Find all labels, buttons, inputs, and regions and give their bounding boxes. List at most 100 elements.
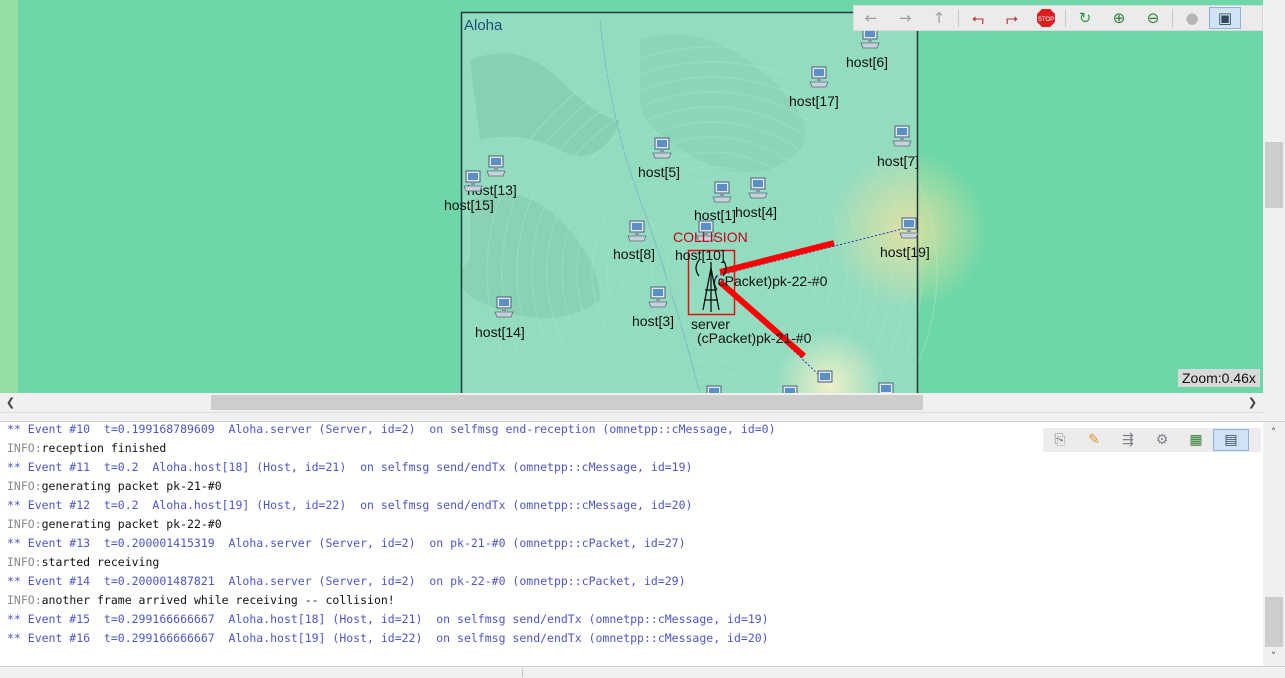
log-event-line: ** Event #13 t=0.200001415319 Aloha.serv… [7,536,686,550]
settings-icon: ⚙ [1155,432,1169,448]
back-button[interactable]: ← [854,7,888,29]
host-computer-icon[interactable] [627,220,647,242]
scroll-left-icon[interactable]: ❮ [2,394,19,411]
filter-button[interactable]: ⇶ [1111,429,1145,451]
animate-slower-icon: ⮢ [971,9,984,27]
log-event-text: ** Event #14 t=0.200001487821 Aloha.serv… [7,574,686,588]
log-info-tag: INFO: [7,517,42,531]
host-computer-icon[interactable] [486,155,506,177]
scroll-right-icon[interactable]: ❯ [1244,394,1261,411]
circle-button[interactable]: ● [1175,7,1209,29]
host-label[interactable]: host[7] [877,153,919,169]
collision-label: COLLISION [673,229,748,245]
zoom-in-button[interactable]: ⊕ [1102,7,1136,29]
host-computer-icon[interactable] [809,66,829,88]
find-button[interactable]: ✎ [1077,429,1111,451]
settings-button[interactable]: ⚙ [1145,429,1179,451]
host-label[interactable]: host[6] [846,54,888,70]
packet-label-21[interactable]: (cPacket)pk-21-#0 [697,330,811,346]
host-computer-icon[interactable] [712,181,732,203]
log-event-text: ** Event #11 t=0.2 Aloha.host[18] (Host,… [7,460,693,474]
host-computer-icon[interactable] [748,177,768,199]
log-vertical-scrollbar[interactable]: ˄ ˅ [1263,422,1285,666]
log-pane[interactable]: ** Event #10 t=0.199168789609 Aloha.serv… [0,421,1285,667]
log-info-text: started receiving [41,555,160,569]
host-computer-icon[interactable] [648,286,668,308]
grid-view-icon: ▦ [1189,432,1203,448]
log-event-line: ** Event #11 t=0.2 Aloha.host[18] (Host,… [7,460,692,474]
host-label[interactable]: host[8] [613,246,655,262]
log-event-text: ** Event #13 t=0.200001415319 Aloha.serv… [7,536,686,550]
up-button[interactable]: ↑ [922,7,956,29]
canvas-horizontal-scroll-thumb[interactable] [211,395,923,410]
log-event-line: ** Event #14 t=0.200001487821 Aloha.serv… [7,574,686,588]
copy-icon: ⎘ [1054,432,1066,448]
log-info-tag: INFO: [7,555,42,569]
relayout-button[interactable]: ↻ [1068,7,1102,29]
canvas-vertical-scroll-thumb[interactable] [1265,142,1283,208]
animate-slower-button[interactable]: ⮢ [961,7,995,29]
host-label[interactable]: host[15] [444,197,494,213]
network-title: Aloha [464,17,503,34]
host-label[interactable]: host[17] [789,93,839,109]
host-label[interactable]: host[10] [675,247,725,263]
log-toolbar: ⎘ ✎ ⇶ ⚙ ▦ ▤ [1043,428,1261,452]
stop-icon: STOP [1037,9,1055,27]
host-label[interactable]: host[5] [638,164,680,180]
mode-button[interactable]: ▣ [1209,7,1241,29]
zoom-in-icon: ⊕ [1112,9,1126,27]
status-bar [0,666,1285,678]
log-event-text: ** Event #12 t=0.2 Aloha.host[19] (Host,… [7,498,693,512]
text-view-icon: ▤ [1224,432,1238,448]
log-event-line: ** Event #15 t=0.299166666667 Aloha.host… [7,612,769,626]
mode-icon: ▣ [1217,9,1233,27]
host-computer-icon[interactable] [815,370,835,392]
canvas-vertical-scrollbar[interactable] [1263,0,1285,393]
canvas-background [0,0,1263,393]
animate-faster-button[interactable]: ⮣ [995,7,1029,29]
network-canvas[interactable]: Aloha host[6] host[17] host[7] host[5] host[… [0,0,1263,393]
log-info-line: INFO:reception finished [7,441,166,455]
host-computer-icon[interactable] [780,385,800,393]
status-divider [522,669,523,677]
grid-view-button[interactable]: ▦ [1179,429,1213,451]
log-info-text: reception finished [41,441,167,455]
scroll-down-icon[interactable]: ˅ [1265,648,1282,665]
host-computer-icon[interactable] [494,296,514,318]
log-info-tag: INFO: [7,441,42,455]
filter-icon: ⇶ [1122,432,1134,448]
back-icon: ← [864,9,878,27]
forward-button[interactable]: → [888,7,922,29]
host-label[interactable]: host[14] [475,324,525,340]
host-label[interactable]: host[19] [880,244,930,260]
log-info-text: generating packet pk-21-#0 [41,479,222,493]
relayout-icon: ↻ [1078,9,1092,27]
copy-button[interactable]: ⎘ [1043,429,1077,451]
host-label[interactable]: host[3] [632,313,674,329]
scroll-up-icon[interactable]: ˄ [1265,424,1282,441]
svg-text:STOP: STOP [1038,17,1054,23]
log-event-line: ** Event #10 t=0.199168789609 Aloha.serv… [7,422,776,436]
host-computer-icon[interactable] [876,382,896,393]
log-info-text: another frame arrived while receiving --… [41,593,395,607]
host-computer-icon[interactable] [892,125,912,147]
host-computer-icon[interactable] [899,217,919,239]
zoom-out-button[interactable]: ⊖ [1136,7,1170,29]
log-event-text: ** Event #10 t=0.199168789609 Aloha.serv… [7,422,776,436]
text-view-button[interactable]: ▤ [1213,429,1249,451]
stop-button[interactable]: STOP [1029,7,1063,29]
log-event-line: ** Event #16 t=0.299166666667 Aloha.host… [7,631,769,645]
canvas-horizontal-scrollbar[interactable]: ❮ ❯ [0,393,1263,413]
toolbar-separator [1065,9,1066,27]
animate-faster-icon: ⮣ [1005,9,1018,27]
host-label[interactable]: host[4] [735,204,777,220]
packet-label-22[interactable]: (cPacket)pk-22-#0 [713,273,827,289]
log-info-tag: INFO: [7,593,42,607]
log-vertical-scroll-thumb[interactable] [1265,597,1283,647]
host-computer-icon[interactable] [463,170,483,192]
host-computer-icon[interactable] [652,137,672,159]
log-event-line: ** Event #12 t=0.2 Aloha.host[19] (Host,… [7,498,692,512]
host-computer-icon[interactable] [704,385,724,393]
log-info-line: INFO:started receiving [7,555,159,569]
zoom-indicator: Zoom:0.46x [1178,369,1260,387]
